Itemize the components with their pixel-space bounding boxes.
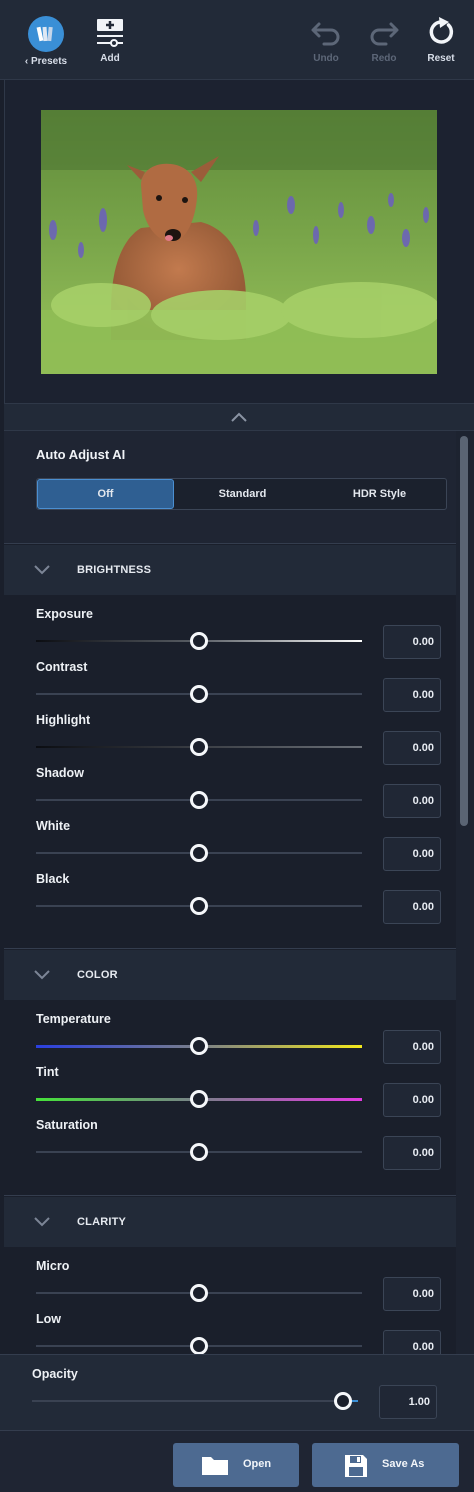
opacity-slider-handle[interactable] bbox=[334, 1392, 352, 1410]
reset-button[interactable]: Reset bbox=[418, 10, 464, 64]
auto-adjust-option-hdr-style[interactable]: HDR Style bbox=[311, 479, 448, 509]
image-preview-area bbox=[4, 80, 474, 403]
temperature-slider-handle[interactable] bbox=[190, 1037, 208, 1055]
highlight-label: Highlight bbox=[36, 713, 91, 727]
presets-icon bbox=[28, 16, 64, 52]
color-section-header[interactable]: COLOR bbox=[4, 950, 456, 1000]
folder-icon bbox=[202, 1457, 228, 1475]
add-label: Add bbox=[100, 53, 120, 64]
white-value[interactable]: 0.00 bbox=[383, 837, 441, 871]
contrast-slider-handle[interactable] bbox=[190, 685, 208, 703]
opacity-label: Opacity bbox=[32, 1367, 78, 1381]
presets-label: ‹ Presets bbox=[24, 56, 68, 67]
saturation-value[interactable]: 0.00 bbox=[383, 1136, 441, 1170]
clarity-section-body: Micro 0.00 Low 0.00 bbox=[4, 1247, 456, 1354]
saturation-slider-handle[interactable] bbox=[190, 1143, 208, 1161]
clarity-section-header[interactable]: CLARITY bbox=[4, 1197, 456, 1247]
undo-icon bbox=[311, 22, 340, 46]
micro-value[interactable]: 0.00 bbox=[383, 1277, 441, 1311]
bottom-action-bar: Open Save As bbox=[0, 1430, 474, 1492]
redo-label: Redo bbox=[371, 53, 397, 64]
save-disk-icon bbox=[345, 1455, 367, 1477]
undo-label: Undo bbox=[313, 53, 339, 64]
undo-button[interactable]: Undo bbox=[303, 10, 349, 64]
tint-slider-handle[interactable] bbox=[190, 1090, 208, 1108]
color-section-body: Temperature 0.00 Tint 0.00 Saturation 0.… bbox=[4, 1000, 456, 1196]
exposure-value[interactable]: 0.00 bbox=[383, 625, 441, 659]
tint-label: Tint bbox=[36, 1065, 59, 1079]
shadow-slider-handle[interactable] bbox=[190, 791, 208, 809]
chevron-down-icon bbox=[34, 565, 50, 575]
auto-adjust-section: Auto Adjust AI Off Standard HDR Style bbox=[4, 431, 456, 544]
brightness-section-title: BRIGHTNESS bbox=[77, 564, 152, 576]
contrast-label: Contrast bbox=[36, 660, 88, 674]
chevron-down-icon bbox=[34, 1217, 50, 1227]
temperature-value[interactable]: 0.00 bbox=[383, 1030, 441, 1064]
micro-label: Micro bbox=[36, 1259, 70, 1273]
exposure-slider-handle[interactable] bbox=[190, 632, 208, 650]
opacity-value[interactable]: 1.00 bbox=[379, 1385, 437, 1419]
open-label: Open bbox=[243, 1458, 272, 1470]
add-button[interactable]: Add bbox=[88, 10, 132, 64]
scrollbar-thumb[interactable] bbox=[460, 436, 468, 826]
brightness-section-header[interactable]: BRIGHTNESS bbox=[4, 545, 456, 595]
reset-label: Reset bbox=[427, 53, 455, 64]
low-value[interactable]: 0.00 bbox=[383, 1330, 441, 1354]
black-label: Black bbox=[36, 872, 70, 886]
top-toolbar: ‹ Presets Add Undo Redo Reset bbox=[0, 0, 474, 80]
low-label: Low bbox=[36, 1312, 61, 1326]
save-as-button[interactable]: Save As bbox=[312, 1443, 459, 1487]
auto-adjust-title: Auto Adjust AI bbox=[36, 447, 126, 462]
shadow-value[interactable]: 0.00 bbox=[383, 784, 441, 818]
preview-collapse-bar[interactable] bbox=[4, 403, 474, 431]
shadow-label: Shadow bbox=[36, 766, 84, 780]
auto-adjust-option-off[interactable]: Off bbox=[37, 479, 174, 509]
highlight-slider-handle[interactable] bbox=[190, 738, 208, 756]
exposure-label: Exposure bbox=[36, 607, 93, 621]
white-label: White bbox=[36, 819, 71, 833]
opacity-slider-track[interactable] bbox=[32, 1400, 358, 1402]
add-preset-icon bbox=[97, 19, 123, 47]
panel-scrollbar[interactable] bbox=[456, 431, 474, 1354]
temperature-label: Temperature bbox=[36, 1012, 111, 1026]
chevron-down-icon bbox=[34, 970, 50, 980]
color-section-title: COLOR bbox=[77, 969, 118, 981]
white-slider-handle[interactable] bbox=[190, 844, 208, 862]
brightness-section-body: Exposure 0.00 Contrast 0.00 Highlight 0.… bbox=[4, 595, 456, 949]
reset-icon bbox=[429, 17, 454, 44]
redo-button[interactable]: Redo bbox=[361, 10, 407, 64]
contrast-value[interactable]: 0.00 bbox=[383, 678, 441, 712]
auto-adjust-option-standard[interactable]: Standard bbox=[174, 479, 311, 509]
redo-icon bbox=[370, 22, 399, 46]
black-value[interactable]: 0.00 bbox=[383, 890, 441, 924]
presets-button[interactable]: ‹ Presets bbox=[18, 10, 74, 67]
saturation-label: Saturation bbox=[36, 1118, 98, 1132]
highlight-value[interactable]: 0.00 bbox=[383, 731, 441, 765]
tint-value[interactable]: 0.00 bbox=[383, 1083, 441, 1117]
save-as-label: Save As bbox=[382, 1458, 425, 1470]
low-slider-handle[interactable] bbox=[190, 1337, 208, 1354]
preview-photo bbox=[41, 110, 437, 374]
adjustments-panel: Auto Adjust AI Off Standard HDR Style BR… bbox=[4, 431, 456, 1354]
clarity-section-title: CLARITY bbox=[77, 1216, 127, 1228]
chevron-up-icon bbox=[231, 412, 247, 422]
chevron-left-icon: ‹ bbox=[24, 56, 29, 67]
black-slider-handle[interactable] bbox=[190, 897, 208, 915]
auto-adjust-mode-selector: Off Standard HDR Style bbox=[36, 478, 447, 510]
open-button[interactable]: Open bbox=[173, 1443, 299, 1487]
micro-slider-handle[interactable] bbox=[190, 1284, 208, 1302]
opacity-section: Opacity 1.00 bbox=[0, 1354, 474, 1430]
